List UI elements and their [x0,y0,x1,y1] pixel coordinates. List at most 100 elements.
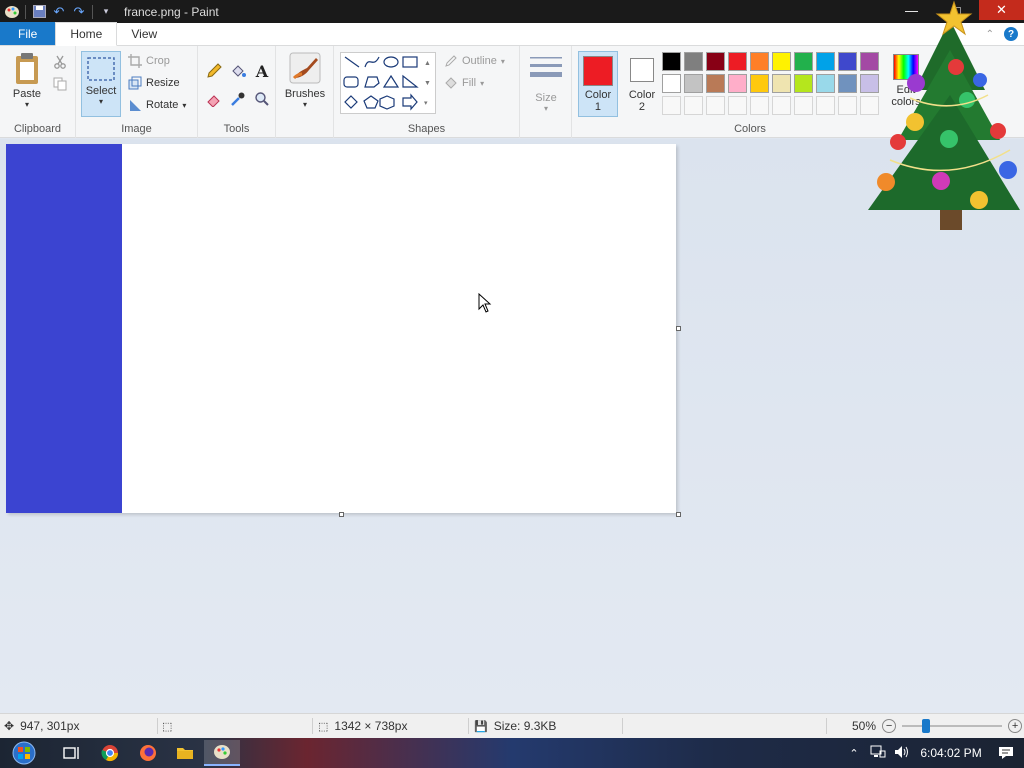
paste-button[interactable]: Paste ▾ [8,52,46,109]
color-picker-icon[interactable] [229,90,247,108]
taskbar-paint[interactable] [204,740,240,766]
color2-button[interactable]: Color 2 [622,51,662,113]
palette-custom-slot[interactable] [706,96,725,115]
size-icon [530,57,562,77]
color1-button[interactable]: Color 1 [578,51,618,117]
image-group-label: Image [121,123,152,135]
redo-icon[interactable]: ↷ [69,2,89,22]
crop-button[interactable]: Crop [128,54,170,68]
shapes-group: ▲ ▼ ▾ Outline ▾ Fill ▾ Shapes [334,46,520,138]
resize-handle-bottom[interactable] [339,512,344,517]
fill-bucket-icon[interactable] [229,62,247,80]
fill-label: Fill [462,77,477,89]
brushes-dropdown-icon[interactable]: ▾ [303,100,307,109]
palette-custom-slot[interactable] [772,96,791,115]
show-hidden-icons[interactable]: ⌃ [842,747,866,760]
customize-qat-icon[interactable]: ▾ [96,2,116,22]
action-center-icon[interactable] [988,746,1024,760]
palette-swatch[interactable] [662,52,681,71]
pencil-icon[interactable] [205,62,223,80]
mouse-cursor-icon [478,293,492,313]
palette-swatch[interactable] [706,52,725,71]
cursor-position: ✥ 947, 301px [4,714,79,738]
palette-custom-slot[interactable] [728,96,747,115]
quick-access-toolbar: ↶ ↷ ▾ [0,0,116,23]
tools-group-label: Tools [223,123,250,135]
palette-swatch[interactable] [750,74,769,93]
palette-custom-slot[interactable] [750,96,769,115]
dimensions-icon: ⬚ [318,720,329,733]
palette-swatch[interactable] [684,52,703,71]
save-icon[interactable] [29,2,49,22]
status-separator [622,718,623,734]
clipboard-group-label: Clipboard [13,123,62,135]
palette-swatch[interactable] [728,74,747,93]
taskbar-chrome[interactable] [92,740,128,766]
size-dropdown-icon: ▾ [543,104,548,113]
drawing-canvas[interactable] [6,144,676,513]
palette-custom-slot[interactable] [684,96,703,115]
tab-file[interactable]: File [0,22,56,45]
zoom-in-icon[interactable]: + [1008,719,1023,733]
color1-swatch [583,56,613,86]
clock[interactable]: 6:04:02 PM [914,746,988,760]
task-view-button[interactable] [54,740,90,766]
copy-icon[interactable] [51,75,69,93]
palette-swatch[interactable] [816,52,835,71]
shapes-gallery[interactable] [340,52,436,114]
file-size-text: Size: 9.3KB [493,719,557,733]
magnifier-icon[interactable] [253,90,271,108]
select-dropdown-icon[interactable]: ▾ [99,97,103,106]
taskbar-file-explorer[interactable] [167,740,203,766]
palette-custom-slot[interactable] [816,96,835,115]
size-button[interactable]: Size ▾ [526,54,566,113]
tab-view[interactable]: View [117,22,171,45]
palette-swatch[interactable] [728,52,747,71]
cursor-position-text: 947, 301px [20,719,80,733]
taskbar-firefox[interactable] [130,740,166,766]
palette-custom-slot[interactable] [794,96,813,115]
fill-button[interactable]: Fill ▾ [444,76,484,90]
resize-handle-corner[interactable] [676,512,681,517]
palette-custom-slot[interactable] [838,96,857,115]
palette-swatch[interactable] [772,52,791,71]
palette-swatch[interactable] [794,74,813,93]
clipboard-group: Paste ▾ Clipboard [0,46,76,138]
outline-button[interactable]: Outline ▾ [444,54,505,68]
palette-custom-slot[interactable] [662,96,681,115]
paint-app-icon[interactable] [2,2,22,22]
shapes-scroll[interactable]: ▲ ▼ ▾ [424,54,431,114]
blue-flag-band [6,144,122,513]
paste-dropdown-icon[interactable]: ▾ [25,100,29,109]
brushes-button[interactable]: Brushes ▾ [282,52,328,109]
eraser-icon[interactable] [205,90,223,108]
cut-icon[interactable] [51,53,69,71]
rotate-button[interactable]: Rotate ▾ [128,98,186,112]
christmas-tree-icon [868,0,1020,230]
palette-swatch[interactable] [662,74,681,93]
resize-handle-right[interactable] [676,326,681,331]
network-icon[interactable] [866,745,890,762]
palette-swatch[interactable] [838,52,857,71]
resize-icon [128,76,142,90]
zoom-slider[interactable] [902,719,1003,733]
text-tool-icon[interactable]: A [253,62,271,81]
undo-icon[interactable]: ↶ [49,2,69,22]
palette-swatch[interactable] [794,52,813,71]
rotate-dropdown-icon[interactable]: ▾ [182,101,186,110]
select-button[interactable]: Select ▾ [81,51,121,117]
resize-button[interactable]: Resize [128,76,180,90]
palette-swatch[interactable] [772,74,791,93]
palette-swatch[interactable] [816,74,835,93]
status-separator [826,718,827,734]
palette-swatch[interactable] [838,74,857,93]
tab-home[interactable]: Home [55,22,118,46]
palette-swatch[interactable] [684,74,703,93]
start-button[interactable] [4,740,44,766]
brushes-group: Brushes ▾ [276,46,334,138]
zoom-slider-thumb[interactable] [922,719,931,733]
volume-icon[interactable] [890,745,914,762]
zoom-out-icon[interactable]: − [882,719,897,733]
palette-swatch[interactable] [706,74,725,93]
palette-swatch[interactable] [750,52,769,71]
